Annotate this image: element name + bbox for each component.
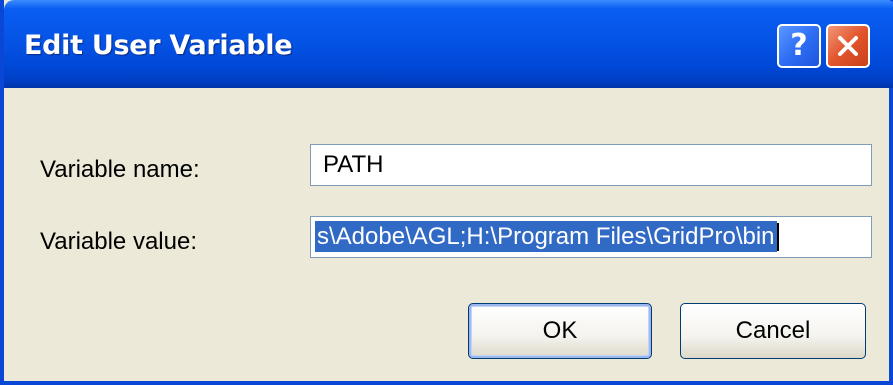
title-bar[interactable]: Edit User Variable ?: [4, 0, 893, 88]
variable-value-selected-text: s\Adobe\AGL;H:\Program Files\GridPro\bin: [315, 220, 777, 252]
cancel-button[interactable]: Cancel: [680, 303, 866, 359]
variable-name-label: Variable name:: [40, 156, 200, 183]
variable-name-text: PATH: [323, 151, 384, 178]
ok-button[interactable]: OK: [468, 303, 652, 359]
dialog-body: Variable name: PATH Variable value: s\Ad…: [4, 88, 889, 381]
variable-name-field[interactable]: PATH: [310, 144, 872, 186]
variable-value-field[interactable]: s\Adobe\AGL;H:\Program Files\GridPro\bin: [310, 216, 872, 258]
close-button[interactable]: [826, 24, 870, 68]
text-caret: [776, 223, 779, 252]
question-mark-icon: ?: [790, 28, 808, 63]
close-icon: [838, 36, 858, 56]
help-button[interactable]: ?: [777, 24, 821, 68]
variable-value-label: Variable value:: [40, 228, 197, 255]
variable-value-content: s\Adobe\AGL;H:\Program Files\GridPro\bin: [311, 220, 779, 252]
dialog-title: Edit User Variable: [24, 30, 293, 61]
edit-user-variable-dialog: Edit User Variable ? Variable name: PATH…: [0, 0, 893, 385]
